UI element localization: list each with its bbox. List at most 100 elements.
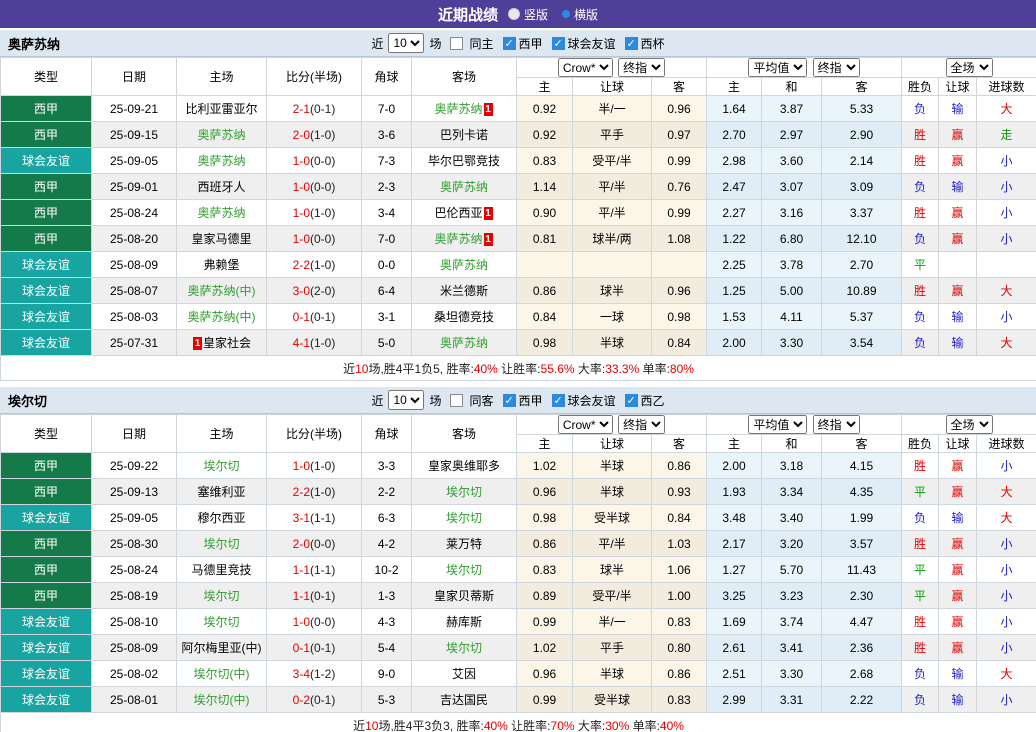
team-link[interactable]: 埃尔切 — [446, 485, 482, 499]
avg-draw-odds: 3.31 — [762, 687, 822, 713]
team-link[interactable]: 西班牙人 — [197, 180, 245, 194]
avg-away-odds: 2.70 — [822, 252, 902, 278]
crow-final-select[interactable]: 终指 — [618, 58, 665, 77]
crow-handicap: 半/一 — [573, 609, 652, 635]
result-goals: 小 — [977, 609, 1036, 635]
odds-company-select[interactable]: Crow* — [558, 415, 613, 434]
match-date: 25-09-15 — [92, 122, 177, 148]
team-link[interactable]: 阿尔梅里亚(中) — [182, 641, 262, 655]
average-select[interactable]: 平均值 — [748, 415, 807, 434]
away-team-cell: 巴列卡诺 — [412, 122, 517, 148]
result-winloss: 胜 — [902, 148, 939, 174]
col-header-avg-away: 客 — [822, 78, 902, 96]
team-link[interactable]: 穆尔西亚 — [197, 511, 245, 525]
team-link[interactable]: 埃尔切(中) — [194, 667, 250, 681]
halftime-score: (0-0) — [310, 537, 335, 551]
team-link[interactable]: 比利亚雷亚尔 — [185, 102, 257, 116]
team-link[interactable]: 艾因 — [452, 667, 476, 681]
horizontal-layout-option[interactable]: 横版 — [562, 6, 598, 23]
average-final-select[interactable]: 终指 — [813, 415, 860, 434]
average-select[interactable]: 平均值 — [748, 58, 807, 77]
result-goals: 小 — [977, 635, 1036, 661]
radio-unchecked-icon[interactable] — [508, 8, 520, 20]
league-checkbox-1[interactable] — [552, 37, 565, 50]
team-link[interactable]: 桑坦德竞技 — [434, 310, 494, 324]
team-link[interactable]: 埃尔切 — [203, 615, 239, 629]
result-goals: 大 — [977, 505, 1036, 531]
fullmatch-select[interactable]: 全场 — [946, 415, 993, 434]
league-checkbox-0[interactable] — [503, 394, 516, 407]
match-row: 西甲25-08-30埃尔切2-0(0-0)4-2莱万特0.86平/半1.032.… — [1, 531, 1036, 557]
same-venue-checkbox[interactable] — [450, 37, 463, 50]
result-winloss: 胜 — [902, 453, 939, 479]
league-checkbox-2[interactable] — [625, 394, 638, 407]
team-link[interactable]: 莱万特 — [446, 537, 482, 551]
team-link[interactable]: 巴列卡诺 — [440, 128, 488, 142]
team-link[interactable]: 奥萨苏纳 — [440, 258, 488, 272]
col-header-corner: 角球 — [362, 58, 412, 96]
fullmatch-select[interactable]: 全场 — [946, 58, 993, 77]
match-count-select[interactable]: 10 — [388, 33, 424, 53]
crow-handicap: 受半球 — [573, 687, 652, 713]
crow-home-odds: 0.99 — [517, 609, 573, 635]
team-link[interactable]: 马德里竞技 — [191, 563, 251, 577]
avg-away-odds: 2.30 — [822, 583, 902, 609]
team-link[interactable]: 赫库斯 — [446, 615, 482, 629]
team-link[interactable]: 埃尔切 — [203, 589, 239, 603]
league-checkbox-0[interactable] — [503, 37, 516, 50]
team-link[interactable]: 奥萨苏纳(中) — [188, 284, 256, 298]
team-link[interactable]: 奥萨苏纳(中) — [188, 310, 256, 324]
crow-home-odds: 0.96 — [517, 479, 573, 505]
team-link[interactable]: 奥萨苏纳 — [197, 154, 245, 168]
result-handicap: 赢 — [939, 583, 977, 609]
team-link[interactable]: 埃尔切 — [203, 459, 239, 473]
team-link[interactable]: 埃尔切 — [446, 641, 482, 655]
crow-handicap: 平手 — [573, 122, 652, 148]
team-link[interactable]: 塞维利亚 — [197, 485, 245, 499]
result-handicap: 赢 — [939, 453, 977, 479]
league-checkbox-1[interactable] — [552, 394, 565, 407]
league-label-1: 球会友谊 — [568, 35, 616, 52]
col-header-avg-draw: 和 — [762, 435, 822, 453]
vertical-layout-option[interactable]: 竖版 — [508, 6, 548, 23]
team-link[interactable]: 奥萨苏纳 — [440, 336, 488, 350]
team-link[interactable]: 米兰德斯 — [440, 284, 488, 298]
team-link[interactable]: 弗赖堡 — [203, 258, 239, 272]
summary-segment: 70% — [551, 719, 575, 732]
team-link[interactable]: 吉达国民 — [440, 693, 488, 707]
halftime-score: (1-2) — [310, 667, 335, 681]
odds-company-select[interactable]: Crow* — [558, 58, 613, 77]
fullmatch-select-group: 全场 — [902, 415, 1036, 435]
team-link[interactable]: 奥萨苏纳 — [197, 128, 245, 142]
away-team-cell: 奥萨苏纳 — [412, 174, 517, 200]
league-label-2: 西乙 — [641, 392, 665, 409]
team-link[interactable]: 皇家社会 — [203, 336, 251, 350]
team-link[interactable]: 埃尔切 — [446, 511, 482, 525]
same-venue-checkbox[interactable] — [450, 394, 463, 407]
team-link[interactable]: 奥萨苏纳 — [197, 206, 245, 220]
league-type-badge: 西甲 — [1, 557, 92, 583]
league-type-badge: 西甲 — [1, 226, 92, 252]
team-link[interactable]: 皇家马德里 — [191, 232, 251, 246]
team-link[interactable]: 巴伦西亚 — [434, 206, 482, 220]
fulltime-score: 4-1 — [293, 336, 310, 350]
crow-home-odds: 0.83 — [517, 148, 573, 174]
radio-checked-icon[interactable] — [562, 10, 570, 18]
team-link[interactable]: 埃尔切(中) — [194, 693, 250, 707]
score-cell: 0-1(0-1) — [267, 635, 362, 661]
team-link[interactable]: 奥萨苏纳 — [434, 102, 482, 116]
result-handicap: 输 — [939, 505, 977, 531]
team-link[interactable]: 皇家贝蒂斯 — [434, 589, 494, 603]
team-link[interactable]: 皇家奥维耶多 — [428, 459, 500, 473]
team-link[interactable]: 奥萨苏纳 — [440, 180, 488, 194]
average-final-select[interactable]: 终指 — [813, 58, 860, 77]
team-link[interactable]: 埃尔切 — [446, 563, 482, 577]
avg-draw-odds: 5.70 — [762, 557, 822, 583]
team-link[interactable]: 埃尔切 — [203, 537, 239, 551]
home-team-cell: 埃尔切 — [177, 531, 267, 557]
team-link[interactable]: 奥萨苏纳 — [434, 232, 482, 246]
crow-final-select[interactable]: 终指 — [618, 415, 665, 434]
league-checkbox-2[interactable] — [625, 37, 638, 50]
team-link[interactable]: 毕尔巴鄂竞技 — [428, 154, 500, 168]
match-count-select[interactable]: 10 — [388, 390, 424, 410]
